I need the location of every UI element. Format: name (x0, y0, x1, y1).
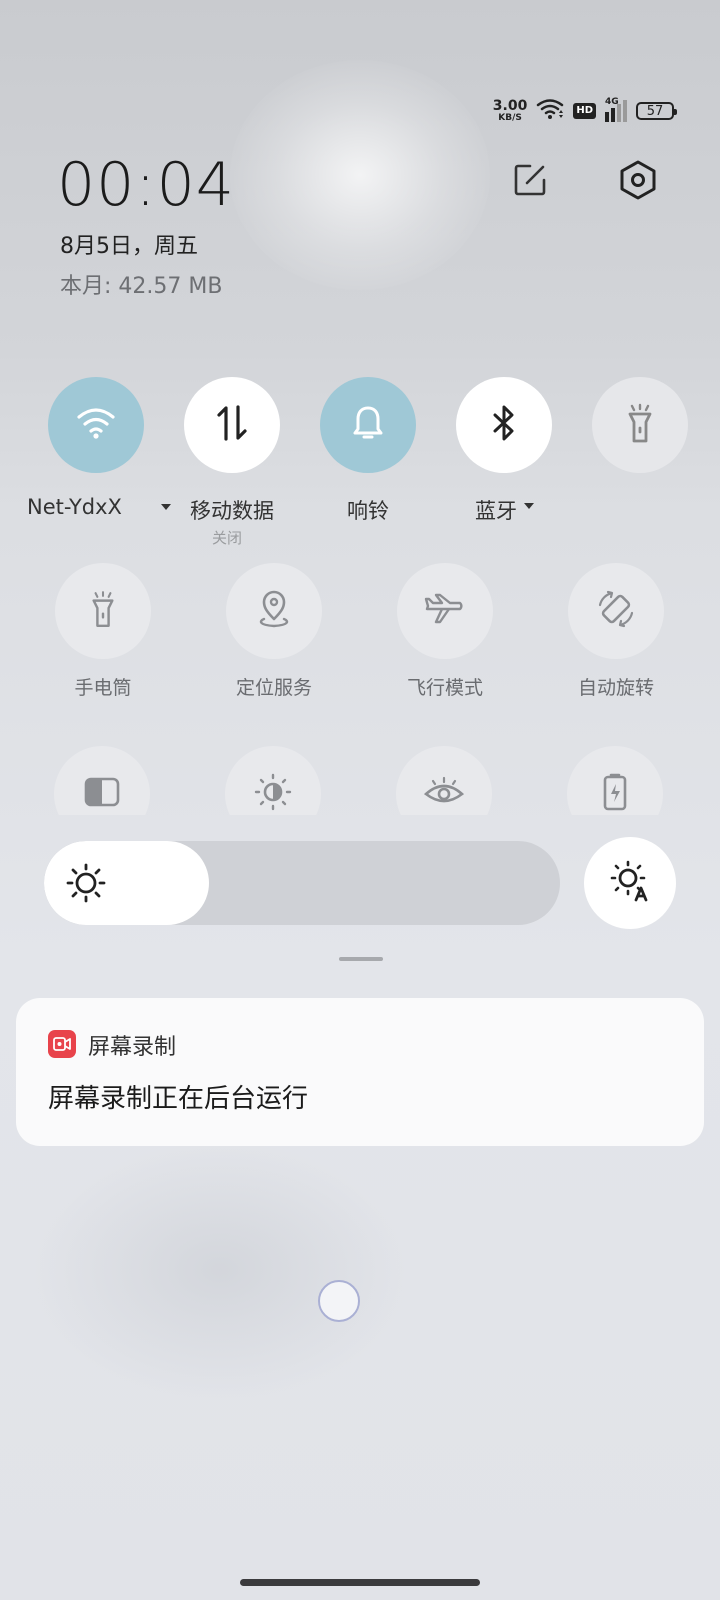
split-screen-tile[interactable] (54, 746, 150, 815)
date[interactable]: 8月5日，周五 (60, 228, 198, 260)
location-label: 定位服务 (235, 677, 312, 699)
airplane-mode-tile[interactable] (397, 563, 493, 659)
notification-card[interactable]: 屏幕录制 屏幕录制正在后台运行 (16, 998, 704, 1146)
battery-saver-icon (601, 772, 629, 815)
network-type-label: 4G (605, 97, 619, 107)
flashlight-icon (89, 589, 117, 633)
background-glow (230, 60, 490, 290)
screen-record-app-icon (48, 1030, 76, 1058)
location-tile[interactable] (226, 563, 322, 659)
auto-brightness-button[interactable] (584, 837, 676, 929)
network-speed-unit: KB/S (498, 113, 522, 123)
home-indicator[interactable] (240, 1579, 480, 1586)
brightness-icon (66, 863, 106, 907)
floating-ball-icon[interactable] (318, 1280, 360, 1322)
mobile-data-label: 移动数据 (190, 499, 274, 523)
wifi-status-icon (536, 98, 564, 124)
wifi-icon (76, 406, 116, 444)
status-bar: 3.00 KB/S HD 4G 57 (493, 96, 677, 126)
edit-icon[interactable] (510, 160, 550, 200)
network-speed: 3.00 KB/S (493, 99, 528, 123)
battery-level: 57 (646, 103, 664, 119)
data-usage[interactable]: 本月: 42.57 MB (60, 268, 222, 300)
bluetooth-label[interactable]: 蓝牙 (466, 495, 526, 525)
cell-signal-icon: 4G (605, 97, 627, 122)
hd-voice-badge: HD (573, 103, 596, 119)
flashlight-toggle-big[interactable] (592, 377, 688, 473)
clock[interactable]: 00:04 (57, 150, 235, 220)
airplane-icon (424, 592, 466, 630)
ringer-label: 响铃 (347, 499, 389, 523)
eye-comfort-tile[interactable] (396, 746, 492, 815)
battery-saver-tile[interactable] (567, 746, 663, 815)
auto-brightness-icon (609, 860, 651, 906)
rotate-icon (596, 589, 636, 633)
split-screen-icon (84, 777, 120, 811)
ringer-toggle[interactable] (320, 377, 416, 473)
tile-row-partial (0, 740, 720, 815)
notification-app-name: 屏幕录制 (88, 1035, 177, 1060)
dark-mode-icon (253, 772, 293, 815)
battery-icon: 57 (636, 102, 677, 120)
bluetooth-toggle[interactable] (456, 377, 552, 473)
notification-message: 屏幕录制正在后台运行 (48, 1084, 309, 1114)
flashlight-icon (625, 402, 655, 448)
location-icon (256, 589, 292, 633)
background-blur (30, 1140, 410, 1400)
auto-rotate-tile[interactable] (568, 563, 664, 659)
mobile-data-status: 关闭 (212, 529, 243, 547)
brightness-slider[interactable] (44, 841, 560, 925)
bluetooth-dropdown-icon[interactable] (524, 503, 534, 509)
mobile-data-toggle[interactable] (184, 377, 280, 473)
settings-icon[interactable] (618, 160, 658, 200)
wifi-toggle[interactable] (48, 377, 144, 473)
eye-comfort-icon (423, 776, 465, 812)
network-speed-value: 3.00 (492, 98, 528, 114)
airplane-mode-label: 飞行模式 (406, 677, 483, 699)
auto-rotate-label: 自动旋转 (577, 677, 654, 699)
panel-drag-handle[interactable] (339, 957, 383, 961)
flashlight-label: 手电筒 (74, 677, 132, 699)
wifi-label[interactable]: Net-YdxX (27, 495, 127, 519)
mobile-data-icon (215, 404, 249, 446)
bell-icon (351, 404, 385, 446)
flashlight-tile[interactable] (55, 563, 151, 659)
bluetooth-icon (489, 404, 519, 446)
dark-mode-tile[interactable] (225, 746, 321, 815)
wifi-dropdown-icon[interactable] (161, 504, 171, 510)
